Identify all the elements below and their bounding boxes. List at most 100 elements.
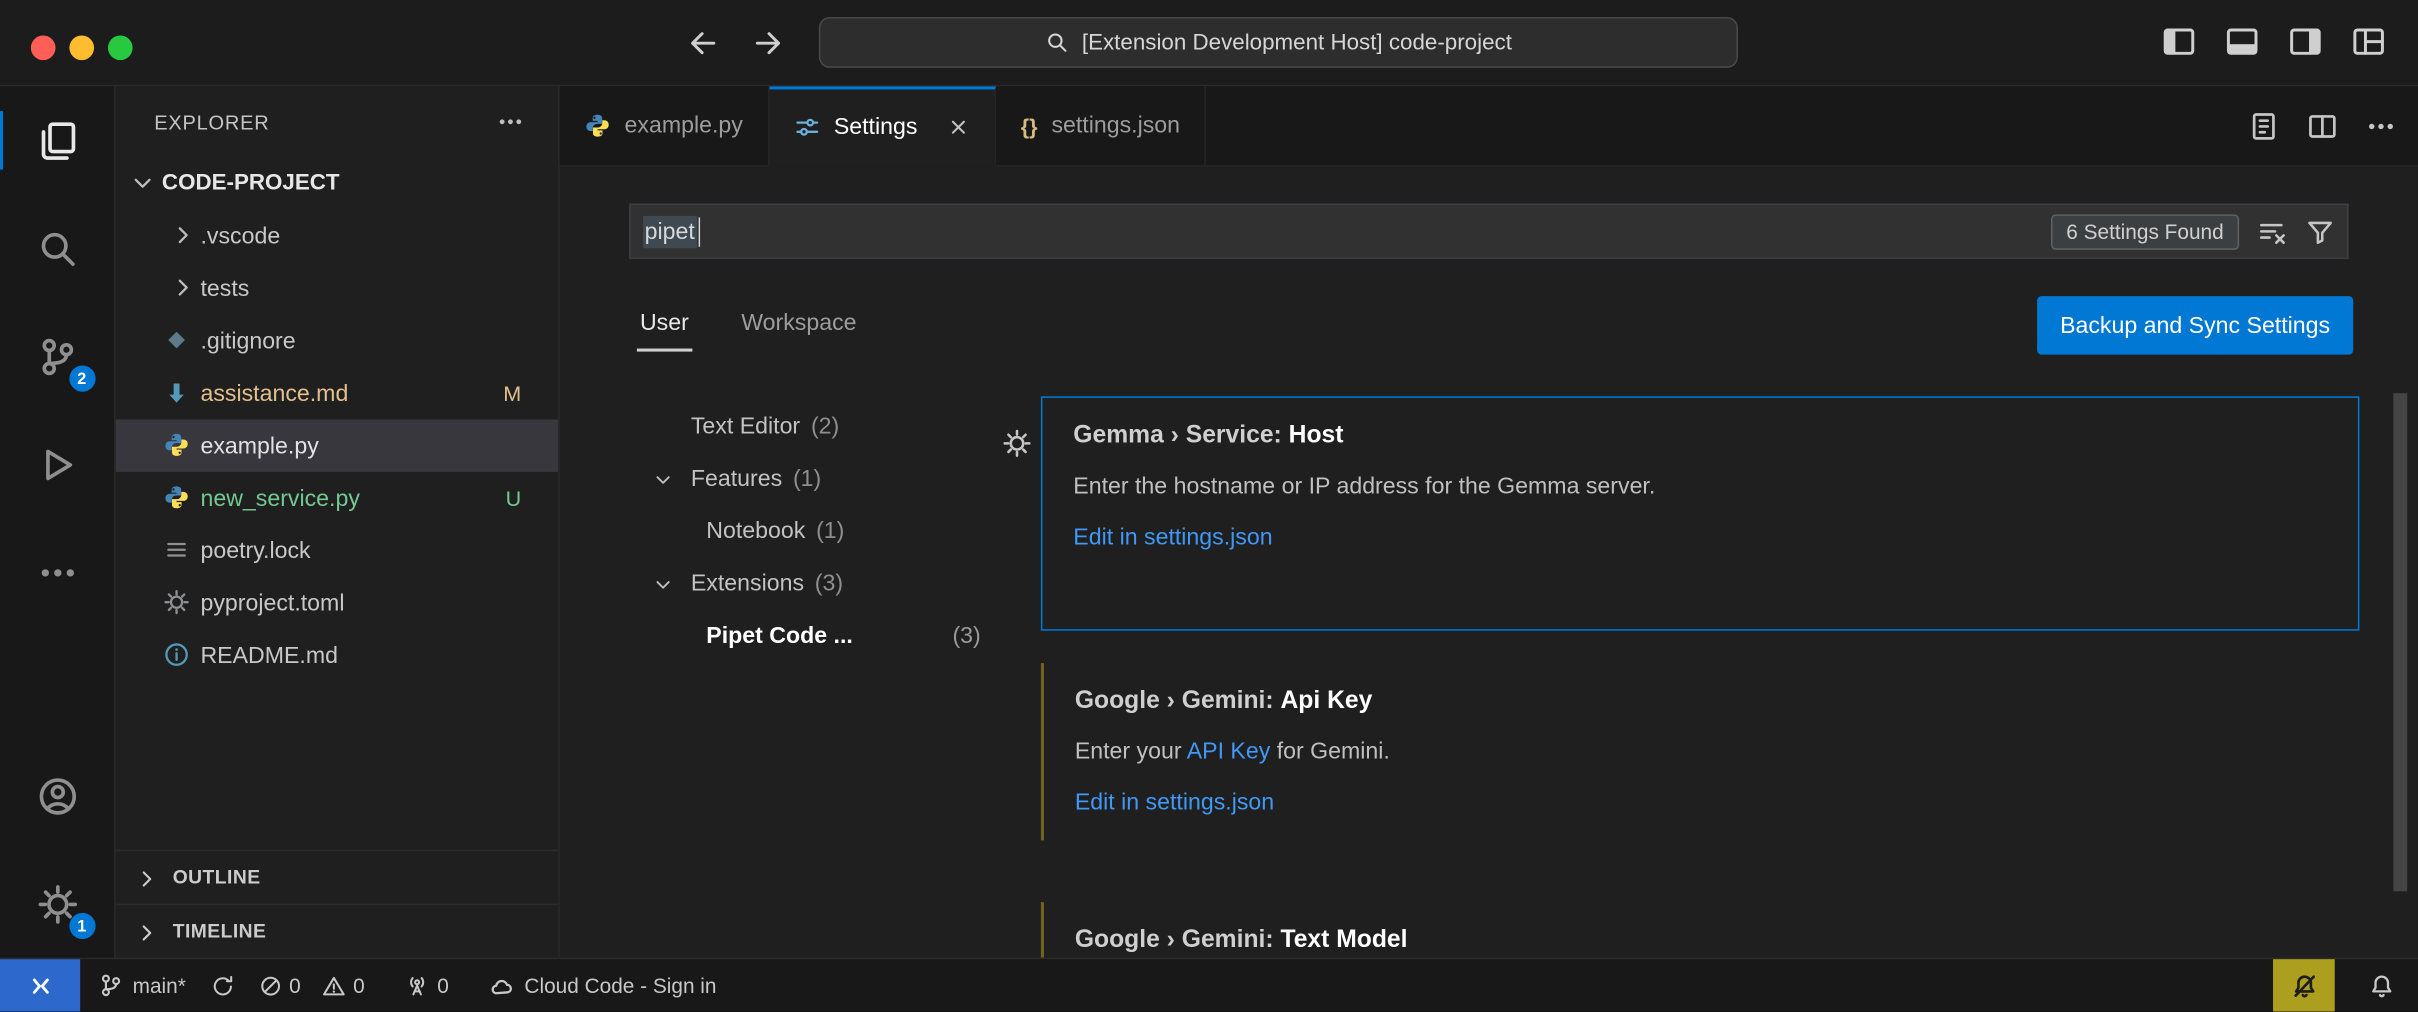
git-untracked-badge: U xyxy=(506,486,522,511)
ports-status-item[interactable]: 0 xyxy=(393,959,462,1011)
setting-description: Enter your API Key for Gemini. xyxy=(1075,739,2329,765)
tree-item-poetry-lock[interactable]: poetry.lock xyxy=(116,524,559,576)
markdown-file-icon xyxy=(163,379,189,405)
edit-in-settings-json-link[interactable]: Edit in settings.json xyxy=(1073,524,2327,550)
branch-icon xyxy=(99,973,124,998)
window-controls xyxy=(31,35,133,60)
settings-editor: pipet 6 Settings Found User Workspace Ba… xyxy=(560,167,2418,958)
tree-item-example-py[interactable]: example.py xyxy=(116,419,559,471)
settings-scrollbar[interactable] xyxy=(2393,393,2407,891)
tab-settings[interactable]: Settings xyxy=(769,86,996,166)
maximize-window-button[interactable] xyxy=(108,35,133,60)
api-key-link[interactable]: API Key xyxy=(1187,739,1271,765)
setting-title: Google › Gemini: Api Key xyxy=(1075,688,2329,716)
settings-toc: Text Editor (2) Features (1) Notebook (1… xyxy=(629,399,987,661)
tree-item-readme-md[interactable]: README.md xyxy=(116,629,559,681)
open-settings-json-icon[interactable] xyxy=(2248,111,2279,142)
search-icon xyxy=(1045,31,1068,54)
tree-item-assistance-md[interactable]: assistance.md M xyxy=(116,367,559,419)
cloud-icon xyxy=(489,972,515,998)
back-button[interactable] xyxy=(679,19,728,68)
tree-item-new-service-py[interactable]: new_service.py U xyxy=(116,472,559,524)
tab-bar: example.py Settings {} settings.json xyxy=(560,86,2418,166)
manage-badge: 1 xyxy=(69,913,95,939)
notifications-bell-icon[interactable] xyxy=(2350,959,2418,1011)
toml-file-icon xyxy=(163,589,189,615)
tree-root-code-project[interactable]: CODE-PROJECT xyxy=(116,157,559,209)
tab-example-py[interactable]: example.py xyxy=(560,86,769,165)
git-file-icon xyxy=(163,327,189,353)
python-file-icon xyxy=(584,113,610,139)
sync-changes-icon[interactable] xyxy=(198,959,246,1011)
json-file-icon: {} xyxy=(1021,113,1038,138)
settings-list: Gemma › Service: Host Enter the hostname… xyxy=(999,167,2418,958)
chevron-right-icon xyxy=(170,274,196,300)
close-tab-icon[interactable] xyxy=(947,116,970,139)
close-window-button[interactable] xyxy=(31,35,56,60)
activity-bar: 2 1 xyxy=(0,86,116,957)
setting-item-google-gemini-api-key[interactable]: Google › Gemini: Api Key Enter your API … xyxy=(1041,663,2359,840)
tree-item-vscode[interactable]: .vscode xyxy=(116,210,559,262)
forward-button[interactable] xyxy=(743,19,792,68)
python-file-icon xyxy=(163,484,189,510)
settings-search-value: pipet xyxy=(643,215,696,247)
toggle-panel-icon[interactable] xyxy=(2224,22,2261,62)
radio-tower-icon xyxy=(405,974,428,997)
cloud-code-status-item[interactable]: Cloud Code - Sign in xyxy=(477,959,729,1011)
manage-gear-icon[interactable]: 1 xyxy=(0,850,115,958)
chevron-down-icon xyxy=(130,170,156,196)
chevron-down-icon xyxy=(652,574,674,596)
more-actions-icon[interactable] xyxy=(2366,111,2397,142)
status-bar: main* 0 0 0 Cloud Code - Sign in xyxy=(0,958,2418,1012)
lock-file-icon xyxy=(163,537,189,563)
setting-title: Google › Gemini: Text Model xyxy=(1075,927,2329,955)
timeline-section[interactable]: TIMELINE xyxy=(116,904,559,958)
toggle-primary-sidebar-icon[interactable] xyxy=(2160,22,2197,62)
scope-tab-user[interactable]: User xyxy=(637,303,692,351)
tab-settings-json[interactable]: {} settings.json xyxy=(996,86,1206,165)
setting-gear-icon[interactable] xyxy=(1002,429,1031,458)
setting-title: Gemma › Service: Host xyxy=(1073,423,2327,451)
toggle-secondary-sidebar-icon[interactable] xyxy=(2287,22,2324,62)
edit-in-settings-json-link[interactable]: Edit in settings.json xyxy=(1075,790,2329,816)
run-debug-icon[interactable] xyxy=(0,410,115,518)
explorer-sidebar: EXPLORER CODE-PROJECT .vscode tests .git… xyxy=(116,86,560,957)
remote-indicator[interactable] xyxy=(0,959,80,1011)
dnd-notifications-icon[interactable] xyxy=(2273,959,2335,1011)
chevron-right-icon xyxy=(134,864,159,892)
explorer-icon[interactable] xyxy=(0,86,115,194)
more-views-icon[interactable] xyxy=(0,518,115,626)
python-file-icon xyxy=(163,432,189,458)
toc-item-text-editor[interactable]: Text Editor (2) xyxy=(629,399,987,451)
minimize-window-button[interactable] xyxy=(69,35,94,60)
outline-section[interactable]: OUTLINE xyxy=(116,850,559,904)
source-control-icon[interactable]: 2 xyxy=(0,302,115,410)
info-file-icon xyxy=(163,642,189,668)
problems-status-item[interactable]: 0 0 xyxy=(246,959,377,1011)
source-control-badge: 2 xyxy=(69,365,95,391)
scope-tab-workspace[interactable]: Workspace xyxy=(738,303,859,351)
toc-item-notebook[interactable]: Notebook (1) xyxy=(629,504,987,556)
toc-item-pipet-code[interactable]: Pipet Code ... (3) xyxy=(629,609,987,661)
error-icon xyxy=(258,974,281,997)
toc-item-features[interactable]: Features (1) xyxy=(629,452,987,504)
text-caret xyxy=(698,217,700,246)
setting-item-google-gemini-text-model[interactable]: Google › Gemini: Text Model xyxy=(1041,902,2359,958)
accounts-icon[interactable] xyxy=(0,742,115,850)
command-center[interactable]: [Extension Development Host] code-projec… xyxy=(819,17,1738,68)
tree-item-tests[interactable]: tests xyxy=(116,262,559,314)
chevron-right-icon xyxy=(134,918,159,946)
setting-item-gemma-service-host[interactable]: Gemma › Service: Host Enter the hostname… xyxy=(1041,396,2359,630)
title-bar: [Extension Development Host] code-projec… xyxy=(0,0,2418,86)
settings-sliders-icon xyxy=(794,114,820,140)
customize-layout-icon[interactable] xyxy=(2350,22,2387,62)
tree-item-pyproject-toml[interactable]: pyproject.toml xyxy=(116,577,559,629)
branch-status-item[interactable]: main* xyxy=(86,959,198,1011)
explorer-more-actions-icon[interactable] xyxy=(497,108,525,136)
chevron-right-icon xyxy=(170,222,196,248)
split-editor-icon[interactable] xyxy=(2307,111,2338,142)
vscode-window: [Extension Development Host] code-projec… xyxy=(0,0,2418,1012)
search-sidebar-icon[interactable] xyxy=(0,194,115,302)
tree-item-gitignore[interactable]: .gitignore xyxy=(116,315,559,367)
toc-item-extensions[interactable]: Extensions (3) xyxy=(629,557,987,609)
